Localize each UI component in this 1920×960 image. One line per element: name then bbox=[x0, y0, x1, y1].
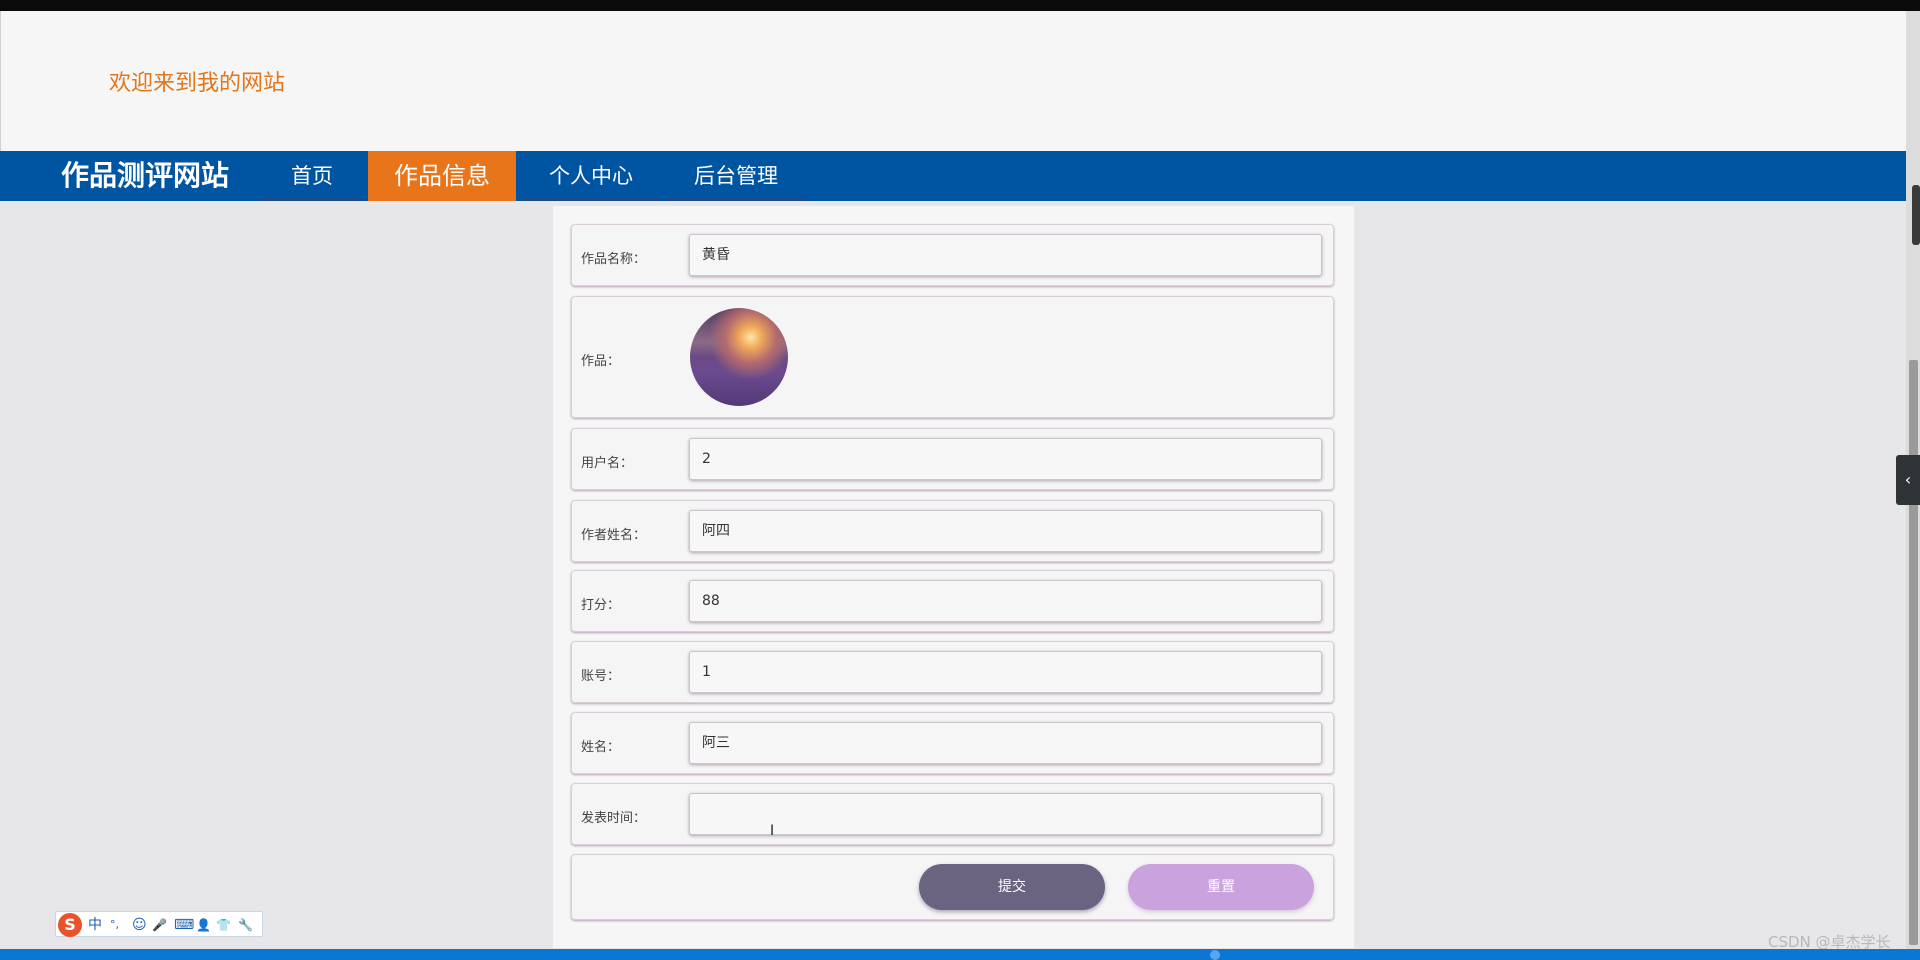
form-actions-row: 提交 重置 bbox=[571, 854, 1334, 920]
taskbar-edge bbox=[0, 949, 1920, 960]
field-row-publish-time: 发表时间： bbox=[571, 783, 1334, 845]
submit-button[interactable]: 提交 bbox=[919, 864, 1105, 910]
welcome-text: 欢迎来到我的网站 bbox=[109, 71, 286, 96]
ime-keyboard-icon[interactable]: ⌨ bbox=[174, 915, 194, 935]
field-row-account: 账号： 1 bbox=[571, 641, 1334, 703]
field-label-name: 姓名： bbox=[581, 740, 621, 755]
account-input[interactable]: 1 bbox=[689, 651, 1322, 693]
title-input[interactable]: 黄昏 bbox=[689, 234, 1322, 276]
main-navbar: 作品测评网站 首页 作品信息 个人中心 后台管理 bbox=[0, 151, 1906, 201]
ime-voice-icon[interactable]: 🎤 bbox=[152, 915, 167, 935]
chevron-left-icon: ‹ bbox=[1904, 470, 1912, 489]
publish-time-input[interactable] bbox=[689, 793, 1322, 835]
field-row-name: 姓名： 阿三 bbox=[571, 712, 1334, 774]
field-label-author: 作者姓名： bbox=[581, 528, 647, 543]
scroll-indicator bbox=[1912, 185, 1920, 245]
field-label-title: 作品名称： bbox=[581, 252, 647, 267]
nav-item-admin[interactable]: 后台管理 bbox=[666, 151, 806, 201]
ime-tools-icon[interactable]: 🔧 bbox=[238, 915, 253, 935]
field-row-title: 作品名称： 黄昏 bbox=[571, 224, 1334, 286]
nav-item-home[interactable]: 首页 bbox=[262, 151, 362, 201]
window-top-edge bbox=[0, 0, 1920, 11]
field-row-author: 作者姓名： 阿四 bbox=[571, 500, 1334, 562]
site-brand[interactable]: 作品测评网站 bbox=[61, 159, 229, 193]
ime-punctuation-icon[interactable]: °, bbox=[110, 915, 119, 935]
field-row-username: 用户名： 2 bbox=[571, 428, 1334, 490]
ime-emoji-icon[interactable]: ☺ bbox=[132, 915, 147, 935]
ime-toolbar[interactable]: S 中 °, ☺ 🎤 ⌨ 👤 👕 🔧 bbox=[55, 911, 263, 937]
author-name-input[interactable]: 阿四 bbox=[689, 510, 1322, 552]
reset-button[interactable]: 重置 bbox=[1128, 864, 1314, 910]
ime-user-icon[interactable]: 👤 bbox=[196, 915, 211, 935]
scrollbar-thumb[interactable] bbox=[1909, 360, 1918, 945]
field-row-image: 作品： bbox=[571, 296, 1334, 418]
ime-skin-icon[interactable]: 👕 bbox=[216, 915, 231, 935]
taskbar-indicator bbox=[1210, 950, 1220, 960]
name-input[interactable]: 阿三 bbox=[689, 722, 1322, 764]
nav-item-profile[interactable]: 个人中心 bbox=[521, 151, 661, 201]
side-panel-toggle[interactable]: ‹ bbox=[1896, 455, 1920, 505]
work-edit-form: 作品名称： 黄昏 作品： 用户名： 2 作者姓名： 阿四 打分： 88 账号： … bbox=[553, 206, 1354, 948]
field-row-score: 打分： 88 bbox=[571, 570, 1334, 632]
username-input[interactable]: 2 bbox=[689, 438, 1322, 480]
field-label-account: 账号： bbox=[581, 669, 621, 684]
field-label-publish-time: 发表时间： bbox=[581, 811, 647, 826]
text-cursor-icon: I bbox=[770, 823, 775, 839]
field-label-score: 打分： bbox=[581, 598, 621, 613]
ime-lang-toggle[interactable]: 中 bbox=[88, 915, 102, 935]
score-input[interactable]: 88 bbox=[689, 580, 1322, 622]
field-label-username: 用户名： bbox=[581, 456, 634, 471]
field-label-image: 作品： bbox=[581, 354, 621, 369]
nav-item-works[interactable]: 作品信息 bbox=[368, 151, 516, 201]
site-header: 欢迎来到我的网站 bbox=[0, 11, 1906, 151]
ime-logo-icon[interactable]: S bbox=[58, 913, 82, 937]
work-image-thumbnail[interactable] bbox=[690, 308, 788, 406]
